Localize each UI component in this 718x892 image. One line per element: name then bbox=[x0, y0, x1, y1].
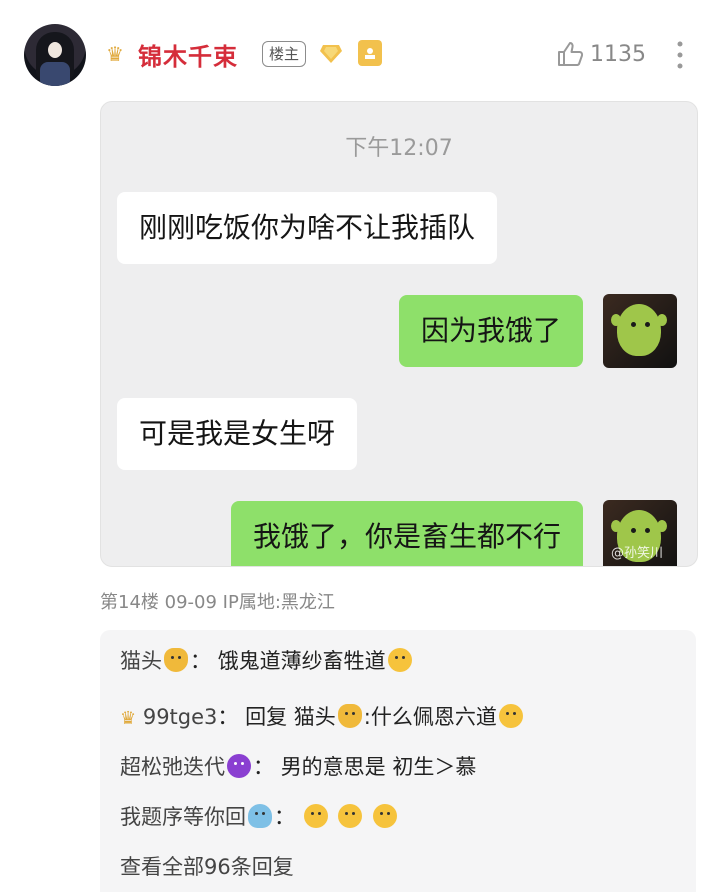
chat-screenshot-image[interactable]: 下午12:07 刚刚吃饭你为啥不让我插队 因为我饿了 可是我是女生呀 我饿了，你… bbox=[100, 101, 698, 567]
reply-text: 男的意思是 初生＞慕 bbox=[280, 755, 477, 779]
floor-meta: 第14楼 09-09 IP属地:黑龙江 bbox=[100, 592, 335, 613]
view-all-replies-link[interactable]: 查看全部96条回复 bbox=[120, 852, 294, 882]
shocked-emoji bbox=[303, 804, 328, 828]
more-icon[interactable] bbox=[674, 38, 686, 72]
reply-item[interactable]: 猫头： 饿鬼道薄纱畜牲道 bbox=[120, 646, 414, 676]
whale-emoji bbox=[248, 804, 272, 828]
chat-message-left: 刚刚吃饭你为啥不让我插队 bbox=[117, 192, 498, 264]
diamond-icon bbox=[320, 45, 342, 63]
reply-text: 回复 猫头 bbox=[245, 705, 336, 729]
like-icon[interactable] bbox=[556, 40, 584, 68]
reply-text-2: :什么佩恩六道 bbox=[363, 705, 497, 729]
reply-author[interactable]: 99tge3 bbox=[143, 705, 218, 729]
reply-author[interactable]: 我题序等你回 bbox=[120, 805, 246, 829]
reply-item[interactable]: 超松弛迭代： 男的意思是 初生＞慕 bbox=[120, 752, 476, 782]
owner-badge: 楼主 bbox=[262, 41, 307, 67]
reply-text: 饿鬼道薄纱畜牲道 bbox=[217, 649, 386, 673]
devil-emoji bbox=[227, 754, 251, 778]
username[interactable]: 锦木千束 bbox=[138, 37, 238, 72]
chat-avatar bbox=[603, 294, 677, 368]
cat-emoji bbox=[337, 704, 362, 728]
cat-emoji bbox=[164, 648, 188, 672]
post-header: ♛ 锦木千束 楼主 1135 bbox=[0, 0, 718, 100]
chat-message-right: 因为我饿了 bbox=[398, 295, 583, 367]
shocked-emoji bbox=[498, 704, 523, 728]
level-badge bbox=[358, 40, 382, 66]
user-avatar[interactable] bbox=[24, 24, 86, 86]
shocked-emoji bbox=[338, 804, 363, 828]
replies-panel: 猫头： 饿鬼道薄纱畜牲道 ♛ 99tge3： 回复 猫头:什么佩恩六道 超松弛迭… bbox=[100, 630, 696, 892]
crown-icon: ♛ bbox=[120, 708, 137, 729]
reply-author[interactable]: 猫头 bbox=[120, 649, 162, 673]
chat-message-left: 可是我是女生呀 bbox=[117, 398, 358, 470]
reply-item[interactable]: ♛ 99tge3： 回复 猫头:什么佩恩六道 bbox=[120, 702, 525, 734]
chat-timestamp: 下午12:07 bbox=[345, 136, 453, 161]
reply-author[interactable]: 超松弛迭代 bbox=[120, 755, 225, 779]
shocked-emoji bbox=[373, 804, 398, 828]
reply-item[interactable]: 我题序等你回： bbox=[120, 802, 399, 832]
watermark: @孙笑川 bbox=[611, 546, 664, 561]
thinking-emoji bbox=[387, 648, 412, 672]
like-count: 1135 bbox=[590, 42, 646, 67]
chat-message-right: 我饿了，你是畜生都不行 bbox=[230, 501, 583, 566]
crown-icon: ♛ bbox=[106, 42, 124, 66]
